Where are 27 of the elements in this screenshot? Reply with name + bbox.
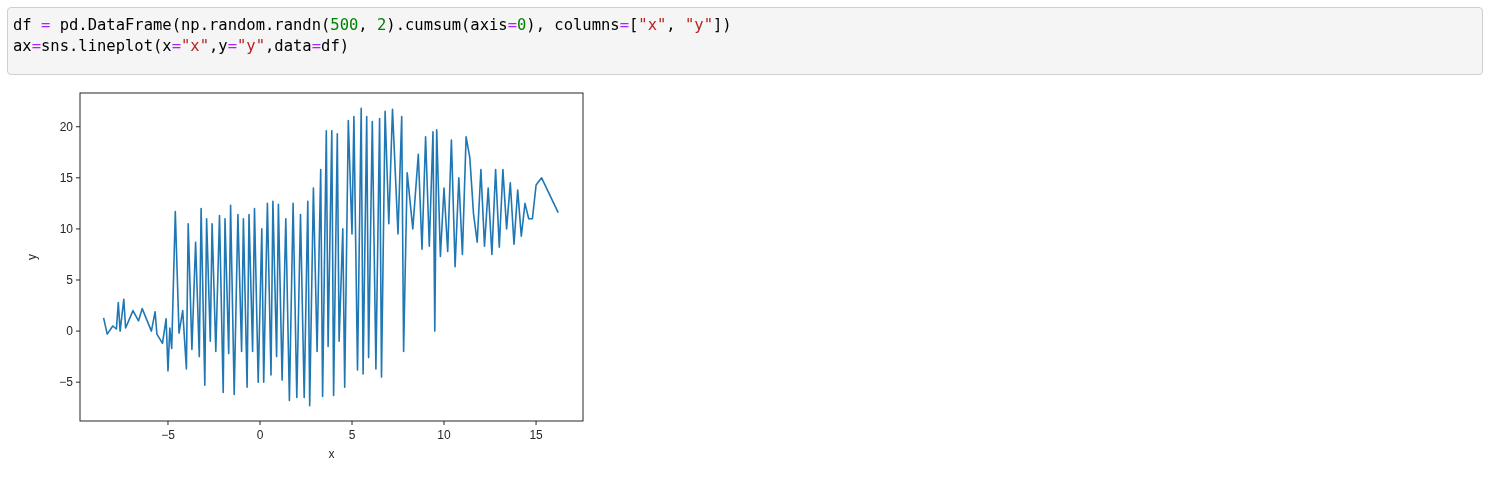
- tick-mark: [75, 279, 81, 281]
- tick-label: 5: [348, 428, 356, 442]
- tick-label: 5: [66, 273, 73, 287]
- tick-label: 0: [66, 324, 73, 339]
- code-line: ax=sns.lineplot(x="x",y="y",data=df): [13, 36, 350, 57]
- tick-mark: [75, 330, 81, 332]
- tick-label: 20: [59, 119, 73, 134]
- tick-label: 10: [59, 221, 73, 236]
- tick-mark: [75, 381, 81, 383]
- tick-mark: [351, 420, 353, 426]
- tick-label: 15: [59, 170, 73, 185]
- axis-label: x: [328, 447, 335, 461]
- tick-mark: [75, 126, 81, 128]
- tick-label: 10: [437, 428, 451, 442]
- tick-label: −5: [59, 375, 73, 390]
- code-cell[interactable]: df = pd.DataFrame(np.random.randn(500, 2).cumsum(axis=0), columns=["x", "y"]) ax=sns.lineplot(x="x",y="y",data=df): [7, 7, 1483, 75]
- tick-mark: [259, 420, 261, 426]
- tick-mark: [167, 420, 169, 426]
- code-line: df = pd.DataFrame(np.random.randn(500, 2).cumsum(axis=0), columns=["x", "y"]): [13, 15, 732, 36]
- axis-label: y: [25, 254, 39, 260]
- tick-mark: [443, 420, 445, 426]
- tick-label: −5: [161, 428, 175, 442]
- tick-mark: [535, 420, 537, 426]
- tick-mark: [75, 228, 81, 230]
- tick-label: 15: [529, 428, 543, 442]
- tick-label: 0: [256, 428, 264, 442]
- tick-mark: [75, 177, 81, 179]
